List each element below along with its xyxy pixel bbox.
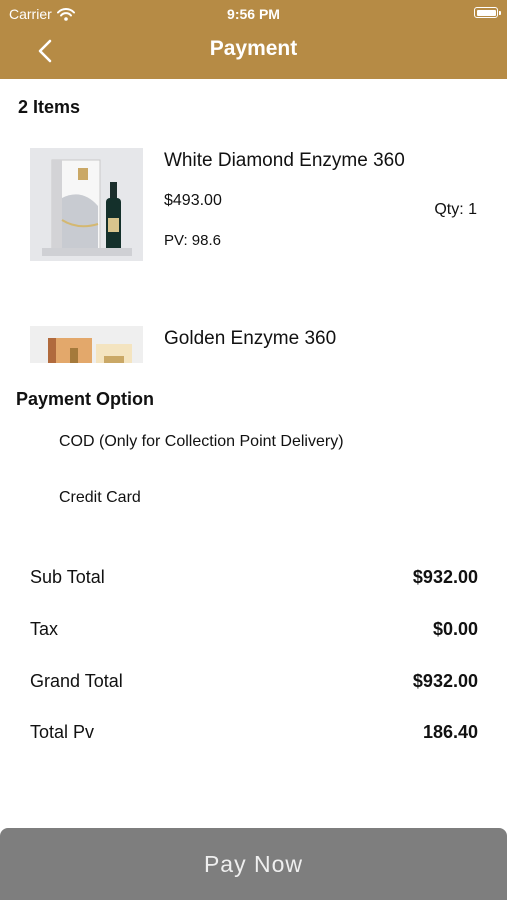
product-image <box>30 326 143 363</box>
payment-option-title: Payment Option <box>16 389 155 409</box>
pay-now-button[interactable]: Pay Now <box>0 828 507 900</box>
total-pv-row: Total Pv 186.40 <box>30 722 478 746</box>
product-image <box>30 148 143 261</box>
battery-icon <box>474 7 501 18</box>
subtotal-value: $932.00 <box>412 567 478 587</box>
grand-total-value: $932.00 <box>412 671 478 691</box>
tax-row: Tax $0.00 <box>30 619 478 643</box>
status-bar: Carrier 9:56 PM <box>0 0 507 28</box>
product-qty: Qty: 1 <box>434 201 477 218</box>
payment-option-credit-card[interactable]: Credit Card <box>59 489 141 507</box>
product-pv: PV: 98.6 <box>164 232 221 249</box>
payment-option-cod[interactable]: COD (Only for Collection Point Delivery) <box>59 433 344 451</box>
product-name: White Diamond Enzyme 360 <box>164 150 405 171</box>
product-name: Golden Enzyme 360 <box>164 328 337 349</box>
page-title: Payment <box>209 37 298 60</box>
nav-header: Carrier 9:56 PM Payment <box>0 0 507 79</box>
grand-total-row: Grand Total $932.00 <box>30 671 478 695</box>
tax-value: $0.00 <box>432 619 478 639</box>
items-count: 2 Items <box>18 97 81 117</box>
total-pv-value: 186.40 <box>422 722 478 742</box>
subtotal-label: Sub Total <box>30 567 105 587</box>
total-pv-label: Total Pv <box>30 722 95 742</box>
subtotal-row: Sub Total $932.00 <box>30 567 478 591</box>
status-time: 9:56 PM <box>227 6 280 22</box>
grand-total-label: Grand Total <box>30 671 123 691</box>
tax-label: Tax <box>30 619 59 639</box>
product-price: $493.00 <box>164 192 222 209</box>
cart-items-list[interactable]: White Diamond Enzyme 360 $493.00 PV: 98.… <box>0 130 507 363</box>
